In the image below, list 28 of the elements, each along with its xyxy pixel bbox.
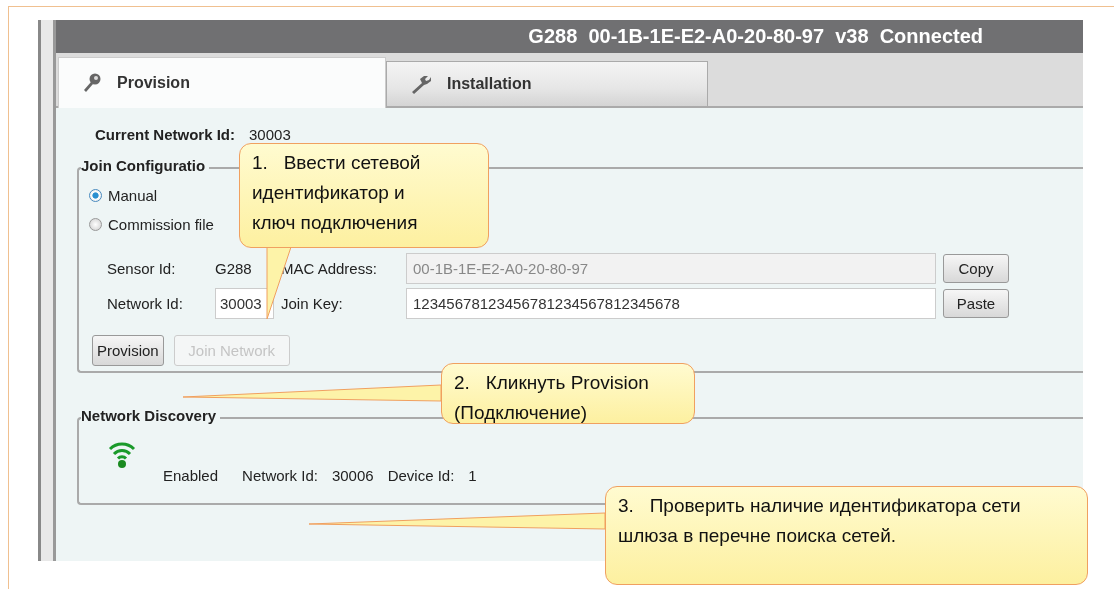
paste-button[interactable]: Paste: [943, 289, 1009, 318]
tab[interactable]: Provision: [58, 57, 386, 108]
key-icon: [81, 72, 103, 94]
value-text: G288: [215, 260, 253, 277]
tab[interactable]: Installation: [386, 61, 708, 106]
current-network-label: Current Network Id:: [95, 126, 235, 143]
action-button[interactable]: Provision: [92, 335, 164, 366]
callout: 2. Кликнуть Provision (Подключение): [441, 363, 695, 424]
field-label: Network Id:: [107, 295, 184, 312]
discovery-label: Network Id:: [242, 466, 318, 484]
field-label: Join Key:: [281, 295, 344, 312]
window-title: G288 00-1B-1E-E2-A0-20-80-97 v38 Connected: [56, 20, 1083, 53]
copy-button[interactable]: Copy: [943, 254, 1009, 283]
radio-label: Manual: [108, 187, 158, 204]
group-title: Network Discovery: [81, 407, 221, 424]
radio-button[interactable]: [89, 189, 102, 202]
radio-label: Commission file: [108, 216, 214, 233]
input-field[interactable]: 12345678123456781234567812345678: [406, 288, 936, 319]
discovery-value: 1: [468, 466, 477, 484]
discovery-label: Device Id:: [387, 466, 455, 484]
discovery-value: 30006: [331, 466, 374, 484]
current-network-value: 30003: [249, 126, 291, 143]
callout: 1. Ввести сетевой идентификатор и ключ подключения: [239, 143, 489, 248]
callout: 3. Проверить наличие идентификатора сети шлюза в перечне поиска сетей.: [605, 486, 1088, 585]
group-title: Join Configuratio: [81, 157, 210, 174]
discovery-status: Enabled: [163, 466, 219, 484]
radio-button[interactable]: [89, 218, 102, 231]
field-label: Sensor Id:: [107, 260, 177, 277]
